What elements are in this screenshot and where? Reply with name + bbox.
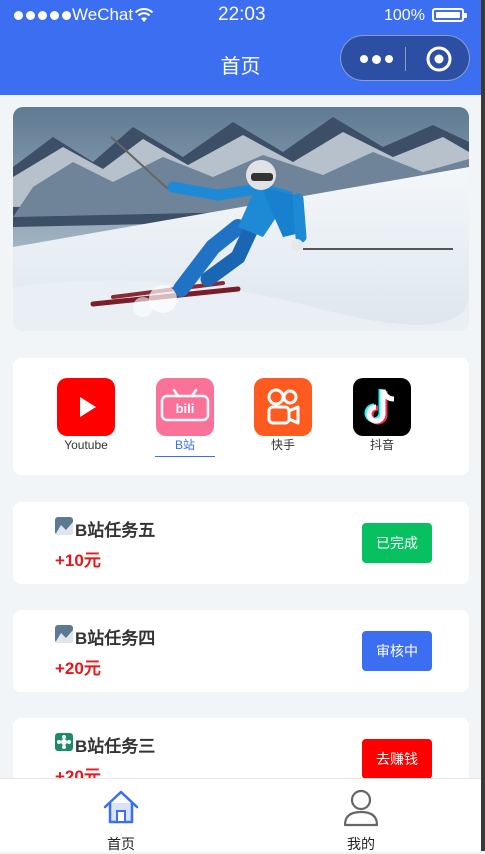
platform-selector: Youtube bili B站 快手 抖音 (13, 358, 469, 475)
banner-image[interactable] (13, 107, 469, 331)
platform-kuaishou[interactable]: 快手 (248, 378, 318, 452)
platform-bilibili[interactable]: bili B站 (150, 378, 220, 452)
bottom-tab-bar: 首页 我的 (0, 778, 481, 852)
platform-label: 快手 (270, 438, 295, 452)
task-status-button[interactable]: 去赚钱 (362, 739, 432, 779)
platform-label: Youtube (64, 438, 108, 452)
kuaishou-icon (254, 378, 312, 436)
task-card[interactable]: B站任务五 +10元 已完成 (13, 502, 469, 584)
home-icon (103, 790, 139, 824)
active-platform-underline (155, 456, 215, 457)
platform-label: B站 (174, 438, 195, 452)
svg-text:bili: bili (176, 401, 195, 416)
task-title: B站任务五 (75, 521, 156, 540)
more-options-icon[interactable] (356, 49, 396, 69)
mini-program-capsule (340, 35, 470, 81)
task-reward: +10元 (55, 551, 101, 570)
status-bar: WeChat 22:03 100% (0, 0, 481, 32)
status-time: 22:03 (218, 4, 266, 25)
task-card[interactable]: B站任务四 +20元 审核中 (13, 610, 469, 692)
youtube-icon (57, 378, 115, 436)
platform-label: 抖音 (369, 438, 394, 452)
flower-thumbnail-icon (55, 733, 73, 751)
window-edge (481, 0, 485, 851)
top-bar: WeChat 22:03 100% 首页 (0, 0, 481, 95)
task-title: B站任务三 (75, 737, 156, 756)
platform-youtube[interactable]: Youtube (51, 378, 121, 452)
tab-home[interactable]: 首页 (81, 787, 161, 854)
capsule-divider (405, 47, 406, 71)
battery-percent: 100% (384, 7, 425, 24)
douyin-icon (353, 378, 411, 436)
skier-illustration (13, 107, 469, 331)
tab-label: 首页 (107, 836, 135, 852)
carrier-name: WeChat (72, 5, 134, 24)
tab-profile[interactable]: 我的 (321, 787, 401, 854)
tab-label: 我的 (347, 836, 375, 852)
wifi-icon (134, 8, 154, 22)
task-reward: +20元 (55, 659, 101, 678)
task-status-button[interactable]: 已完成 (362, 523, 432, 563)
task-status-button[interactable]: 审核中 (362, 631, 432, 671)
signal-icon (14, 11, 71, 20)
landscape-thumbnail-icon (55, 517, 73, 535)
platform-douyin[interactable]: 抖音 (347, 378, 417, 452)
landscape-thumbnail-icon (55, 625, 73, 643)
battery-icon (432, 8, 467, 22)
user-icon (343, 789, 379, 827)
bilibili-icon: bili (156, 378, 214, 436)
close-target-icon[interactable] (426, 46, 452, 72)
task-title: B站任务四 (75, 629, 156, 648)
